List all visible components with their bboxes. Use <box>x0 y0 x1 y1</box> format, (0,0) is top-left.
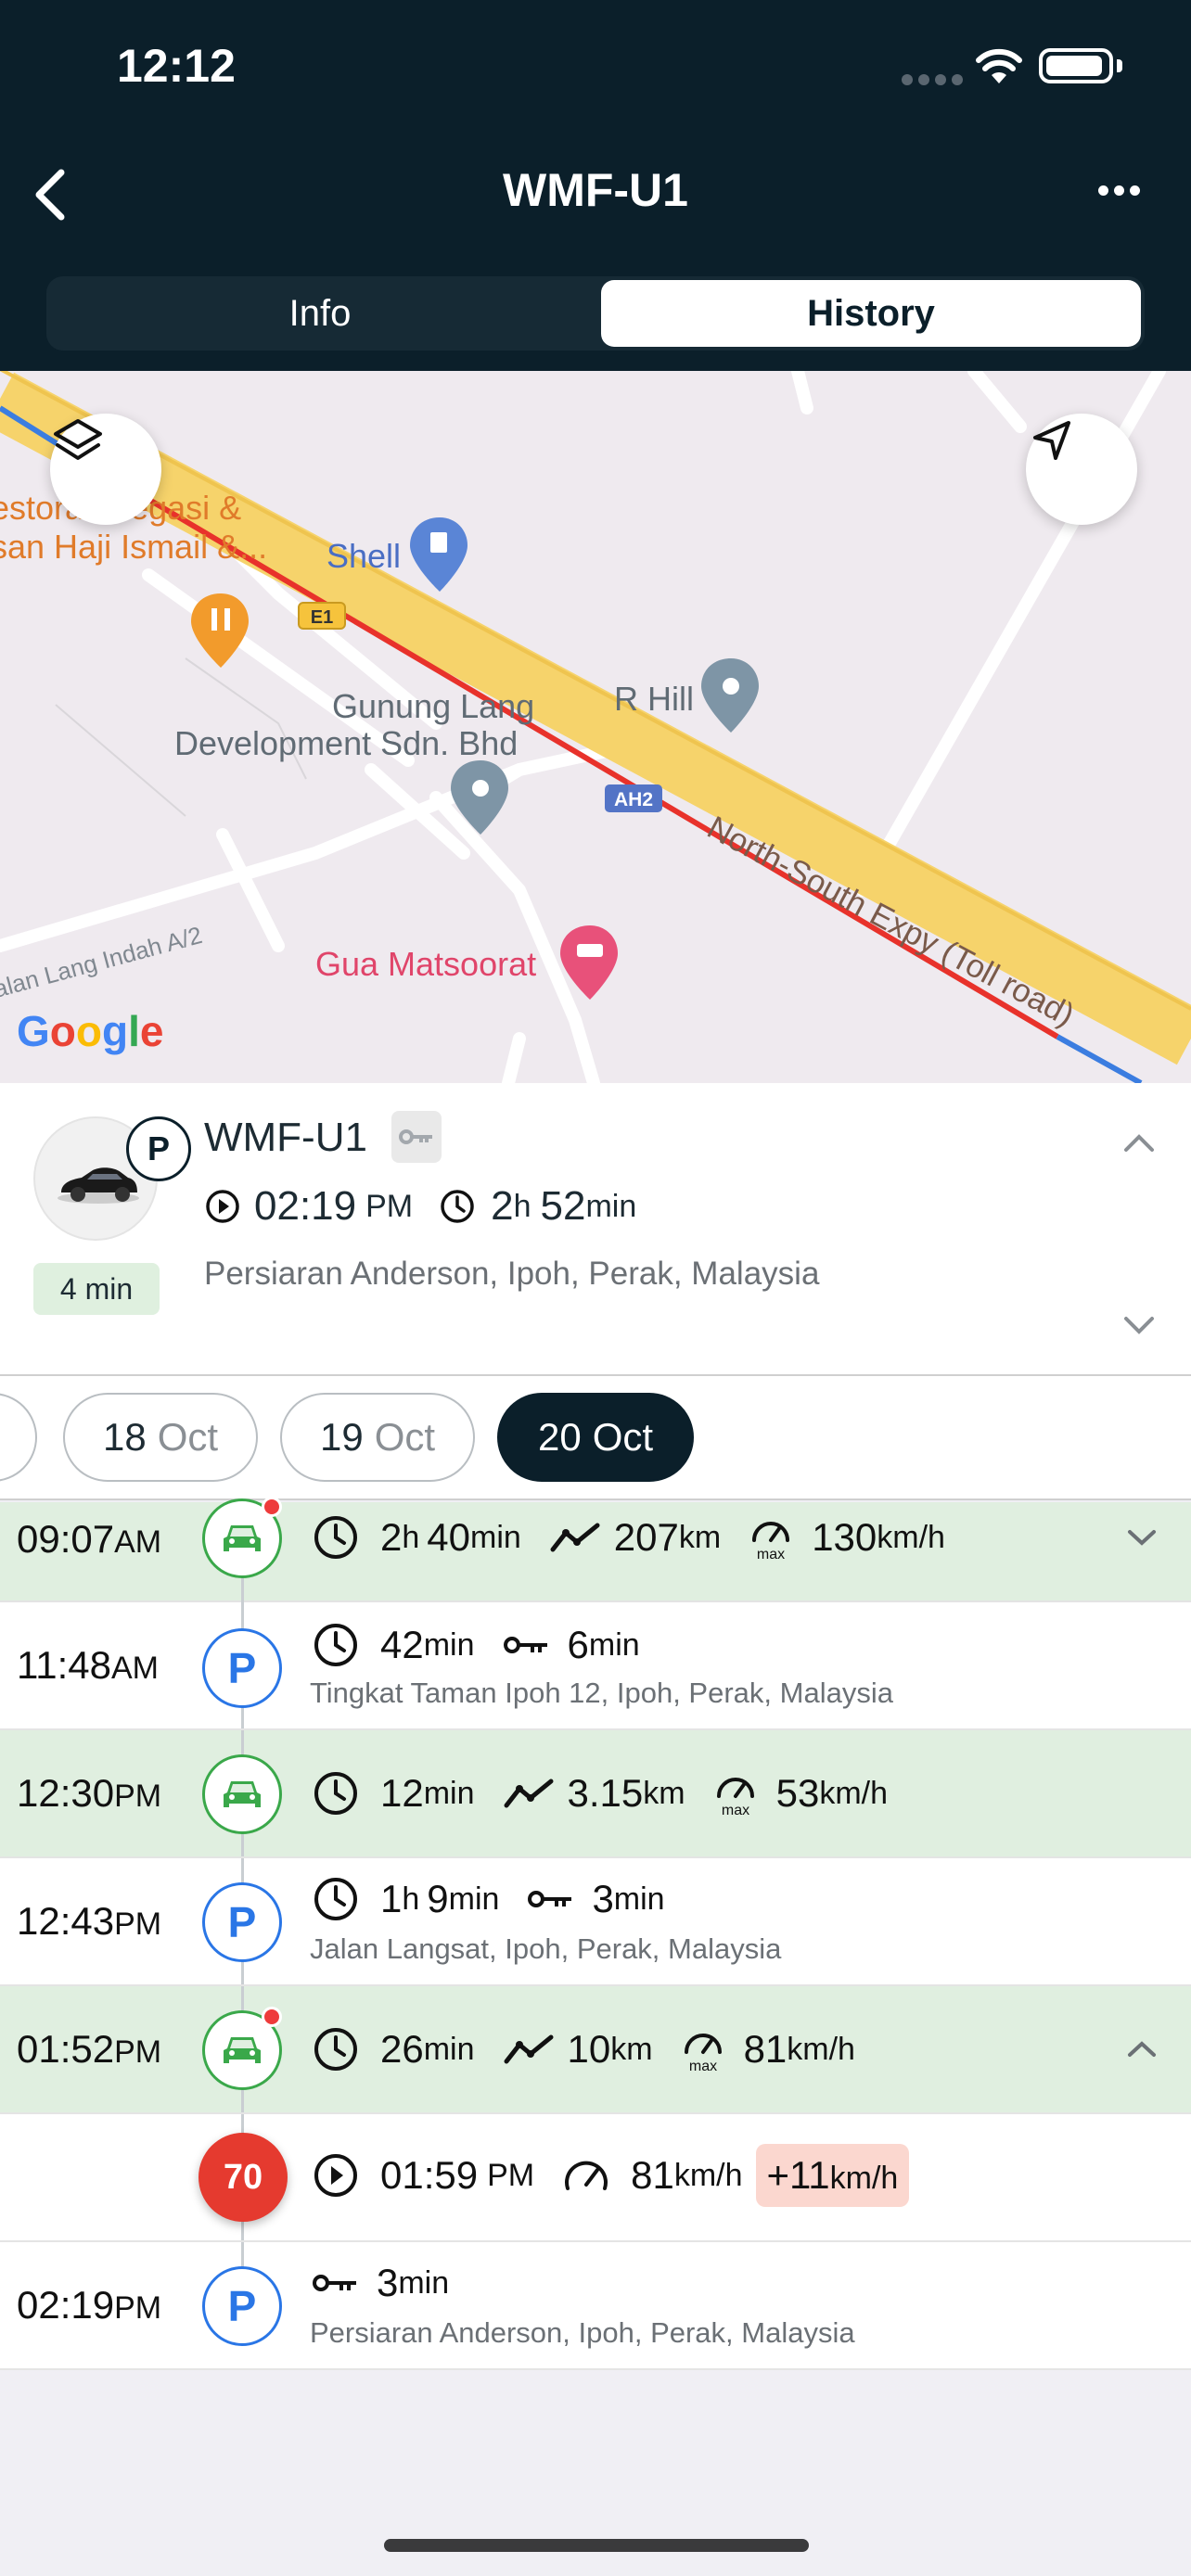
start-time: 02:19 <box>254 1183 357 1229</box>
date-selector: 18 Oct 19 Oct 20 Oct <box>0 1374 1191 1500</box>
map-label-gunung: Gunung Lang <box>332 687 534 725</box>
row-time: 01:52PM <box>17 2027 162 2071</box>
speedometer-icon: max <box>752 1522 790 1561</box>
row-address: Jalan Langsat, Ipoh, Perak, Malaysia <box>310 1932 782 1965</box>
parking-icon: P <box>202 2266 282 2346</box>
locate-button[interactable] <box>1026 414 1137 525</box>
parking-icon: P <box>202 1628 282 1708</box>
row-time: 09:07AM <box>17 1517 162 1561</box>
start-ampm: PM <box>365 1188 414 1224</box>
speed-limit-sign: 70 <box>198 2133 288 2222</box>
route-icon <box>550 1523 600 1552</box>
row-stats: 1 h 9 min 3 min <box>312 1875 665 1923</box>
svg-text:max: max <box>721 1803 749 1817</box>
tab-info[interactable]: Info <box>46 276 594 351</box>
chevron-up-icon[interactable] <box>1126 2038 1158 2060</box>
page-title: WMF-U1 <box>503 164 688 216</box>
key-icon <box>313 2275 356 2291</box>
header: 12:12 WMF-U1 Info History <box>0 0 1191 371</box>
tab-history[interactable]: History <box>601 280 1141 347</box>
google-logo: Google <box>17 1007 163 1055</box>
play-icon <box>206 1190 239 1223</box>
vehicle-summary-card: P 4 min WMF-U1 02:19 PM 2h 52 min Persiar… <box>0 1083 1191 1374</box>
home-indicator[interactable] <box>384 2539 809 2552</box>
alert-dot <box>262 1497 282 1517</box>
map-label-development: Development Sdn. Bhd <box>174 724 518 762</box>
chevron-up-icon[interactable] <box>1121 1129 1158 1155</box>
layers-button[interactable] <box>50 414 161 525</box>
date-pill-18[interactable]: 18 Oct <box>63 1393 258 1482</box>
date-pill-previous[interactable] <box>0 1393 37 1482</box>
clock-icon <box>314 1624 357 1666</box>
speedometer-icon: max <box>716 1778 754 1817</box>
chevron-down-icon[interactable] <box>1126 1526 1158 1549</box>
map-label-shell: Shell <box>327 537 401 575</box>
date-pill-19[interactable]: 19 Oct <box>280 1393 475 1482</box>
parked-status-badge: P <box>126 1116 191 1181</box>
row-time: 11:48AM <box>17 1643 159 1687</box>
alert-dot <box>262 2007 282 2027</box>
row-stats: 12 min 3.15 km max 53 km/h <box>312 1769 888 1817</box>
key-icon <box>503 1637 547 1653</box>
key-icon <box>399 1129 432 1144</box>
speedometer-icon: max <box>684 2034 722 2072</box>
svg-text:E1: E1 <box>311 607 333 628</box>
layers-icon <box>54 419 102 460</box>
play-icon <box>314 2154 357 2197</box>
more-icon[interactable] <box>1098 185 1140 196</box>
row-address: Persiaran Anderson, Ipoh, Perak, Malaysi… <box>310 2316 855 2349</box>
overspeed-badge: +11km/h <box>755 2144 910 2207</box>
wifi-icon <box>976 48 1022 83</box>
row-time: 02:19PM <box>17 2283 162 2327</box>
vehicle-address: Persiaran Anderson, Ipoh, Perak, Malaysi… <box>204 1256 820 1292</box>
row-address: Tingkat Taman Ipoh 12, Ipoh, Perak, Mala… <box>310 1677 893 1709</box>
svg-text:AH2: AH2 <box>614 789 653 810</box>
battery-icon <box>1039 48 1113 83</box>
date-pill-20[interactable]: 20 Oct <box>497 1393 694 1482</box>
map-label-rhill: R Hill <box>614 680 694 718</box>
row-time: 12:30PM <box>17 1771 162 1815</box>
clock-icon <box>441 1190 474 1223</box>
row-stats: 01:59 PM 81 km/h +11km/h <box>312 2144 910 2207</box>
row-stats: 26 min 10 km max 81 km/h <box>312 2025 855 2073</box>
signal-icon <box>902 74 963 85</box>
clock-icon <box>314 1516 357 1559</box>
clock-icon <box>314 1772 357 1815</box>
svg-text:max: max <box>757 1547 785 1561</box>
route-icon <box>504 2034 554 2064</box>
vehicle-trip-stats: 02:19 PM 2h 52 min <box>204 1183 636 1230</box>
map-label-gua: Gua Matsoorat <box>315 945 536 983</box>
clock-icon <box>314 1878 357 1920</box>
map-canvas: E1 AH2 estoran Legasi & san Haji Ismail … <box>0 371 1191 1083</box>
parking-icon: P <box>202 1882 282 1962</box>
map-label-restaurant2: san Haji Ismail &... <box>0 528 267 566</box>
row-time: 12:43PM <box>17 1899 162 1943</box>
row-stats: 3 min <box>312 2261 449 2305</box>
key-icon <box>528 1891 572 1907</box>
svg-text:max: max <box>688 2059 716 2072</box>
navigate-arrow-icon <box>1033 421 1070 460</box>
car-icon <box>202 1754 282 1834</box>
speedometer-icon <box>565 2161 608 2190</box>
row-stats: 42 min 6 min <box>312 1621 640 1669</box>
route-icon <box>504 1779 554 1808</box>
map-view[interactable]: E1 AH2 estoran Legasi & san Haji Ismail … <box>0 371 1191 1083</box>
segmented-control: Info History <box>46 276 1145 351</box>
since-duration-badge: 4 min <box>33 1263 160 1315</box>
ignition-key-badge <box>391 1111 442 1163</box>
row-stats: 2 h 40 min 207 km max 130 km/h <box>312 1513 945 1562</box>
status-time: 12:12 <box>117 40 236 92</box>
chevron-down-icon[interactable] <box>1121 1313 1158 1339</box>
vehicle-name: WMF-U1 <box>204 1115 367 1160</box>
clock-icon <box>314 2028 357 2071</box>
